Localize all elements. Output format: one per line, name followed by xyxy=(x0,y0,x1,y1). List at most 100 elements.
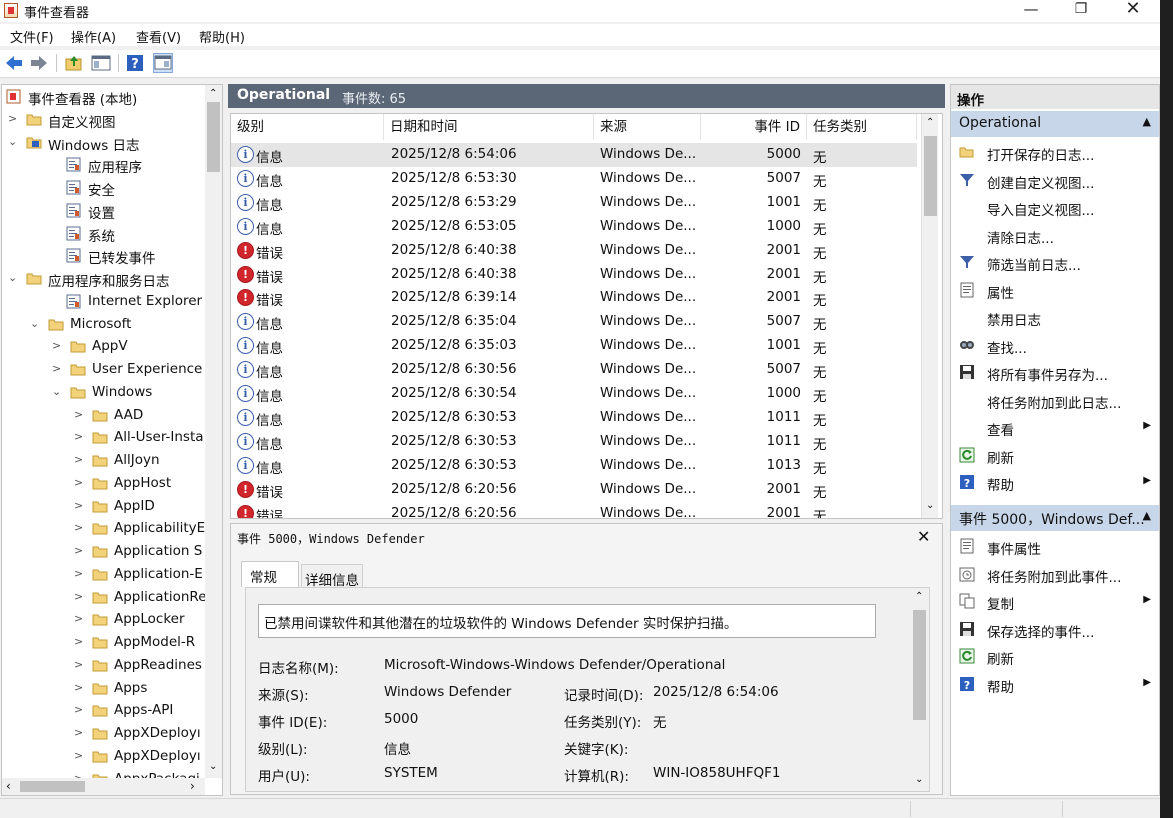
action-item[interactable]: 事件属性 xyxy=(951,533,1159,560)
tree-item[interactable]: > AppXDeployı xyxy=(2,746,202,768)
tree-item[interactable]: > ApplicabilityE xyxy=(2,518,205,540)
close-button[interactable]: ✕ xyxy=(1110,0,1156,20)
menu-action[interactable]: 操作(A) xyxy=(71,27,116,46)
chevron-right-icon[interactable]: > xyxy=(74,726,84,739)
action-item[interactable]: 查看 ▶ xyxy=(951,414,1159,441)
action-item[interactable]: 清除日志... xyxy=(951,222,1159,249)
event-row[interactable]: i 信息 2025/12/8 6:35:04 Windows De... 5007 无 xyxy=(231,310,917,334)
action-item[interactable]: 查找... xyxy=(951,332,1159,359)
tree-item[interactable]: Internet Explorer xyxy=(2,291,202,313)
chevron-down-icon[interactable]: ⌄ xyxy=(8,135,18,148)
event-row[interactable]: i 信息 2025/12/8 6:53:30 Windows De... 5007 无 xyxy=(231,167,917,191)
minimize-button[interactable]: — xyxy=(1008,0,1054,20)
tree-item[interactable]: 安全 xyxy=(2,177,202,199)
action-item[interactable]: ? 帮助 ▶ xyxy=(951,469,1159,496)
action-pane-icon[interactable] xyxy=(153,53,173,73)
tree-item[interactable]: > 自定义视图 xyxy=(2,109,202,131)
up-folder-icon[interactable] xyxy=(64,53,84,73)
tree-item[interactable]: > AppReadines xyxy=(2,655,202,677)
event-row[interactable]: i 信息 2025/12/8 6:53:05 Windows De... 1000 无 xyxy=(231,215,917,239)
menu-help[interactable]: 帮助(H) xyxy=(199,27,245,46)
tree-item[interactable]: > ApplicationRe xyxy=(2,587,207,609)
tree-item[interactable]: 设置 xyxy=(2,200,202,222)
tree-item[interactable]: ⌄ Windows 日志 xyxy=(2,132,202,154)
action-item[interactable]: 保存选择的事件... xyxy=(951,616,1159,643)
event-row[interactable]: i 信息 2025/12/8 6:30:54 Windows De... 1000 无 xyxy=(231,382,917,406)
chevron-right-icon[interactable]: > xyxy=(74,476,84,489)
tree-item[interactable]: > AAD xyxy=(2,405,202,427)
tree-item[interactable]: > Application S xyxy=(2,541,202,563)
tree-item[interactable]: 事件查看器 (本地) xyxy=(2,86,202,108)
chevron-right-icon[interactable]: > xyxy=(74,749,84,762)
tree-item[interactable]: > All-User-Insta xyxy=(2,427,204,449)
tree-item[interactable]: > AllJoyn xyxy=(2,450,202,472)
chevron-right-icon[interactable]: > xyxy=(74,521,84,534)
chevron-right-icon[interactable]: > xyxy=(74,430,84,443)
event-row[interactable]: ! 错误 2025/12/8 6:40:38 Windows De... 2001 无 xyxy=(231,239,917,263)
maximize-button[interactable]: ❐ xyxy=(1058,0,1104,20)
chevron-right-icon[interactable]: > xyxy=(74,681,84,694)
chevron-right-icon[interactable]: > xyxy=(74,453,84,466)
chevron-right-icon[interactable]: > xyxy=(52,339,62,352)
event-row[interactable]: i 信息 2025/12/8 6:30:53 Windows De... 1011 无 xyxy=(231,406,917,430)
action-item[interactable]: 复制 ▶ xyxy=(951,588,1159,615)
tree-item[interactable]: 应用程序 xyxy=(2,154,202,176)
tree-item[interactable]: 系统 xyxy=(2,223,202,245)
tree-item[interactable]: > Application-E xyxy=(2,564,203,586)
chevron-right-icon[interactable]: > xyxy=(8,112,18,125)
close-icon[interactable]: ✕ xyxy=(917,527,930,546)
chevron-right-icon[interactable]: > xyxy=(74,635,84,648)
action-item[interactable]: 筛选当前日志... xyxy=(951,249,1159,276)
help-icon[interactable]: ? xyxy=(125,53,145,73)
tab-details[interactable]: 详细信息 xyxy=(301,564,363,589)
detail-vertical-scrollbar[interactable]: ⌃ ⌄ xyxy=(911,588,928,791)
event-row[interactable]: i 信息 2025/12/8 6:30:53 Windows De... 1013 无 xyxy=(231,454,917,478)
event-row[interactable]: ! 错误 2025/12/8 6:20:56 Windows De... 2001 无 xyxy=(231,502,917,518)
tree-item[interactable]: ⌄ Microsoft xyxy=(2,314,202,336)
tree-item[interactable]: 已转发事件 xyxy=(2,245,202,267)
forward-icon[interactable] xyxy=(29,53,49,73)
action-item[interactable]: 刷新 xyxy=(951,643,1159,670)
event-row[interactable]: ! 错误 2025/12/8 6:40:38 Windows De... 2001 无 xyxy=(231,263,917,287)
action-item[interactable]: 禁用日志 xyxy=(951,304,1159,331)
action-item[interactable]: 导入自定义视图... xyxy=(951,194,1159,221)
collapse-icon[interactable]: ▲ xyxy=(1143,115,1151,128)
tree-item[interactable]: > User Experience xyxy=(2,359,202,381)
event-row[interactable]: i 信息 2025/12/8 6:30:53 Windows De... 1011 无 xyxy=(231,430,917,454)
tab-general[interactable]: 常规 xyxy=(241,561,299,587)
chevron-right-icon[interactable]: > xyxy=(74,408,84,421)
action-item[interactable]: 将任务附加到此事件... xyxy=(951,561,1159,588)
chevron-right-icon[interactable]: > xyxy=(52,362,62,375)
tree-item[interactable]: > AppID xyxy=(2,496,202,518)
menu-view[interactable]: 查看(V) xyxy=(136,27,181,46)
tree-item[interactable]: > AppModel-R xyxy=(2,632,202,654)
action-item[interactable]: 刷新 xyxy=(951,442,1159,469)
tree-item[interactable]: > Apps-API xyxy=(2,700,202,722)
tree-item[interactable]: ⌄ 应用程序和服务日志 xyxy=(2,268,202,290)
chevron-down-icon[interactable]: ⌄ xyxy=(52,385,62,398)
actions-section-event[interactable]: 事件 5000，Windows Def... ▲ xyxy=(951,505,1159,531)
chevron-down-icon[interactable]: ⌄ xyxy=(30,317,40,330)
chevron-right-icon[interactable]: > xyxy=(74,544,84,557)
column-header-event-id[interactable]: 事件 ID xyxy=(701,114,807,140)
tree-item[interactable]: > AppHost xyxy=(2,473,202,495)
chevron-down-icon[interactable]: ⌄ xyxy=(8,271,18,284)
column-header-task-category[interactable]: 任务类别 xyxy=(807,114,917,140)
chevron-right-icon[interactable]: > xyxy=(74,499,84,512)
console-tree-icon[interactable] xyxy=(91,53,111,73)
event-row[interactable]: ! 错误 2025/12/8 6:20:56 Windows De... 2001 无 xyxy=(231,478,917,502)
chevron-right-icon[interactable]: > xyxy=(74,658,84,671)
tree-horizontal-scrollbar[interactable]: ‹ › xyxy=(2,778,205,795)
event-row[interactable]: i 信息 2025/12/8 6:35:03 Windows De... 1001 无 xyxy=(231,334,917,358)
column-header-source[interactable]: 来源 xyxy=(594,114,701,140)
event-row[interactable]: i 信息 2025/12/8 6:54:06 Windows De... 5000 无 xyxy=(231,143,917,167)
action-item[interactable]: 属性 xyxy=(951,277,1159,304)
event-row[interactable]: i 信息 2025/12/8 6:30:56 Windows De... 5007 无 xyxy=(231,358,917,382)
action-item[interactable]: 打开保存的日志... xyxy=(951,139,1159,166)
back-icon[interactable] xyxy=(4,53,24,73)
events-vertical-scrollbar[interactable]: ⌃ ⌄ xyxy=(921,114,938,518)
tree-item[interactable]: > AppLocker xyxy=(2,609,202,631)
action-item[interactable]: 创建自定义视图... xyxy=(951,167,1159,194)
tree-vertical-scrollbar[interactable]: ⌃ ⌄ xyxy=(205,85,222,778)
chevron-right-icon[interactable]: > xyxy=(74,703,84,716)
